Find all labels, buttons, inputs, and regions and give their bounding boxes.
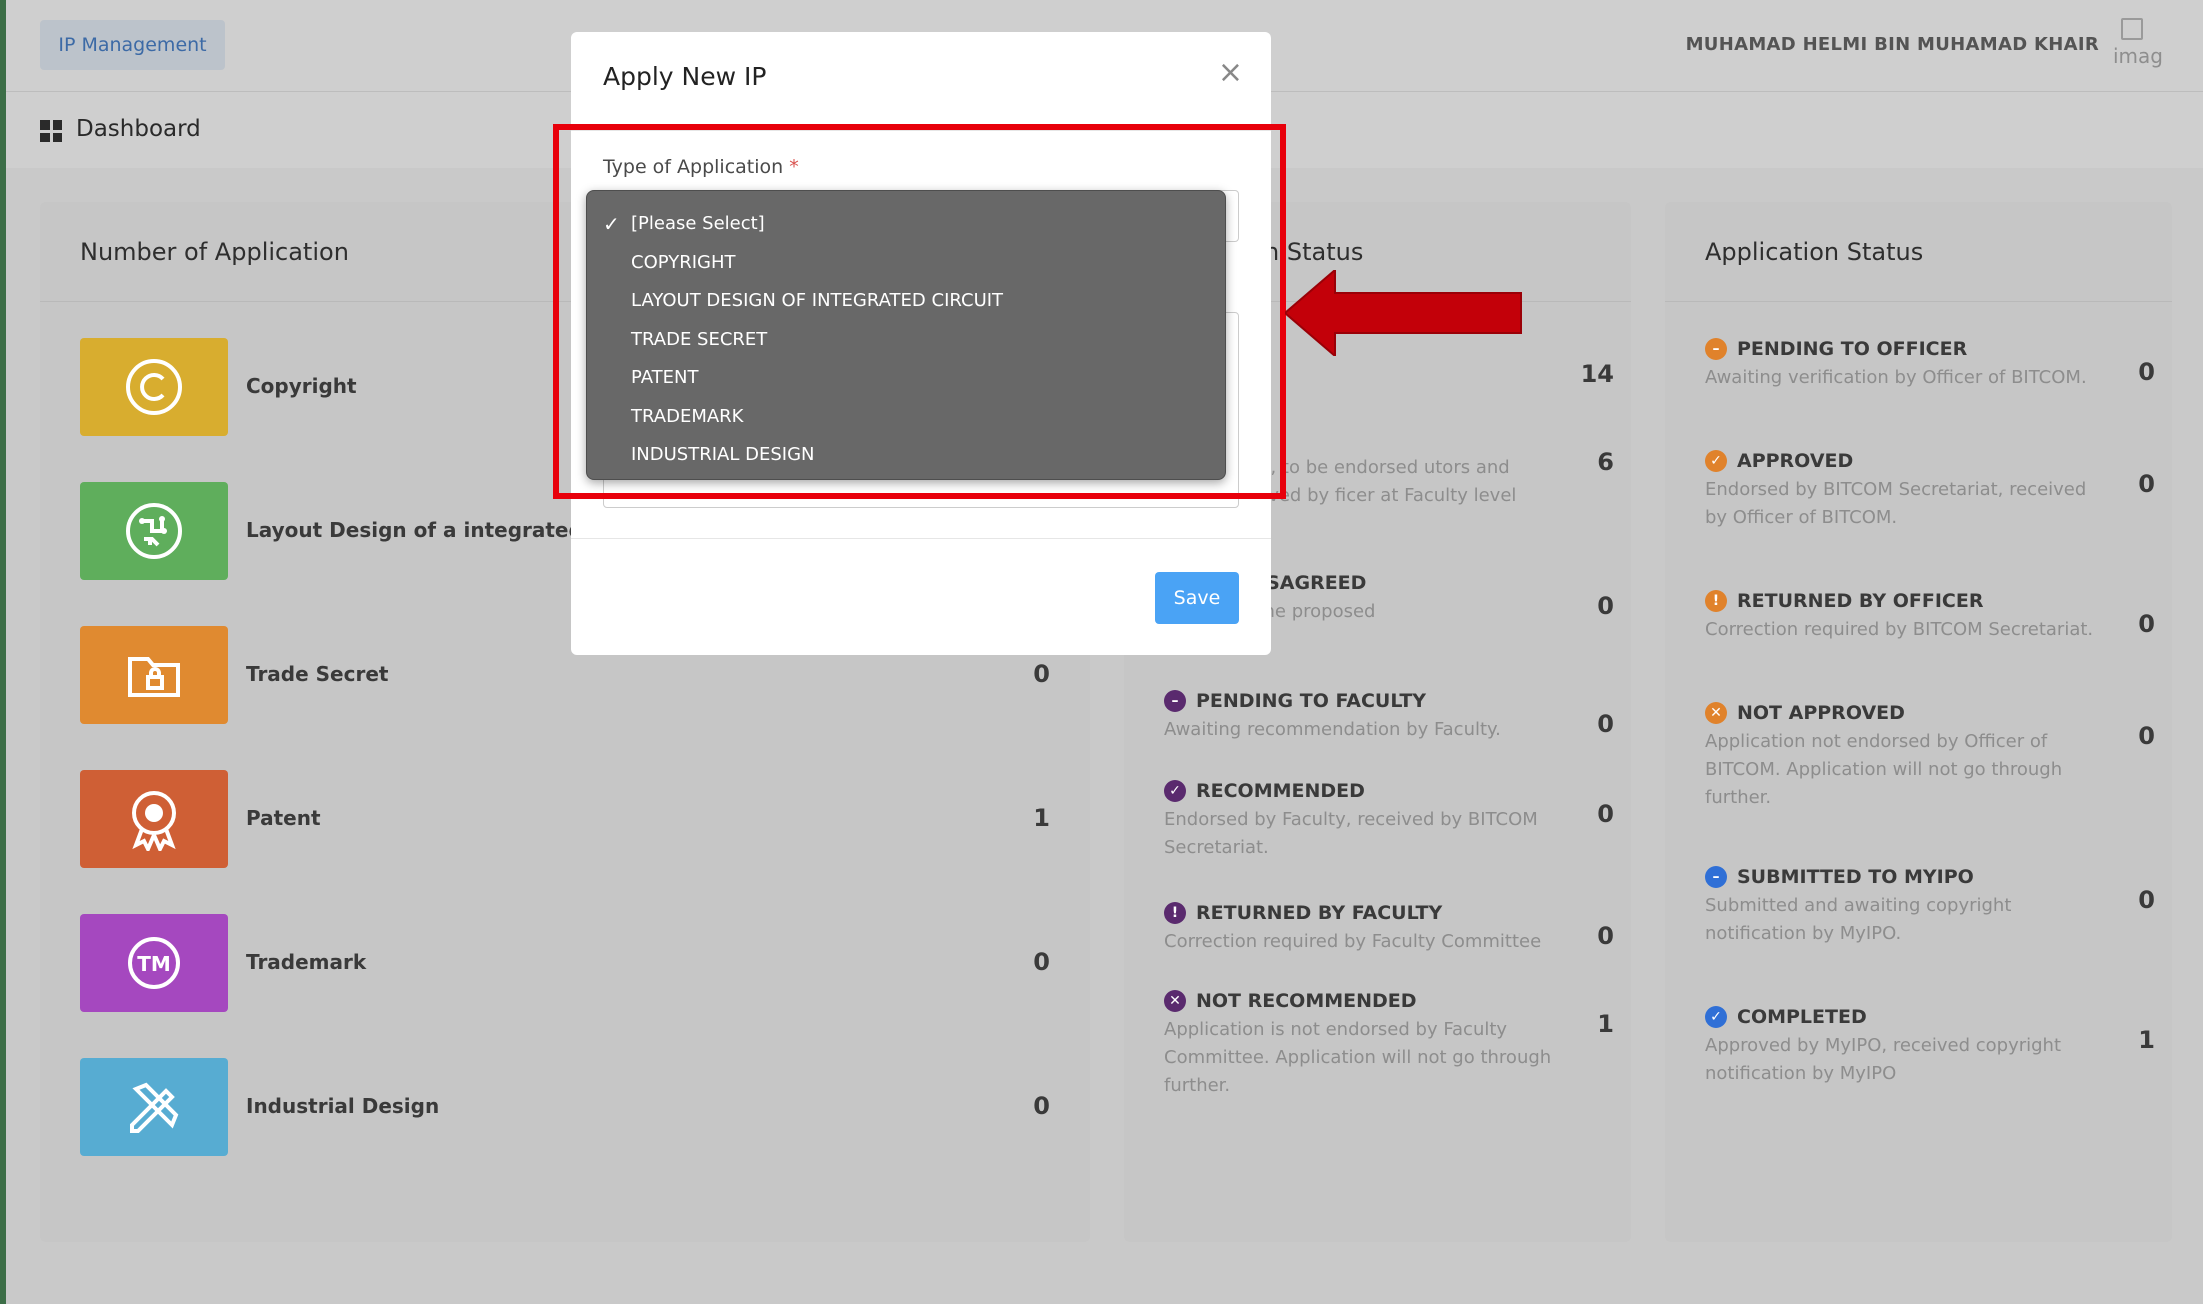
status-title-row: – PENDING TO FACULTY — [1164, 690, 1604, 712]
status-title: RETURNED BY FACULTY — [1196, 902, 1443, 924]
status-item: ✕ NOT RECOMMENDED Application is not endo… — [1164, 990, 1614, 1100]
application-type-row[interactable]: TM Trademark 0 — [80, 914, 1050, 1012]
status-description: Endorsed by BITCOM Secretariat, received… — [1705, 479, 2087, 528]
card-title: Application Status — [1665, 202, 2172, 302]
status-title-row: – SUBMITTED TO MYIPO — [1705, 866, 2145, 888]
status-item: – PENDING TO OFFICER Awaiting verificatio… — [1705, 338, 2155, 392]
divider — [571, 538, 1271, 539]
modal-title: Apply New IP — [603, 62, 767, 91]
status-count: 0 — [1597, 710, 1614, 738]
status-item: – SUBMITTED TO MYIPO Submitted and awaiti… — [1705, 866, 2155, 948]
status-count: 0 — [1597, 592, 1614, 620]
window-edge — [0, 0, 6, 1304]
status-description: Correction required by BITCOM Secretaria… — [1705, 619, 2094, 640]
status-icon: – — [1164, 690, 1186, 712]
status-title: COMPLETED — [1737, 1006, 1867, 1028]
status-title: PENDING TO OFFICER — [1737, 338, 1968, 360]
arrow-left-icon — [1285, 270, 1522, 356]
status-description: Application is not endorsed by Faculty C… — [1164, 1019, 1552, 1096]
application-type-label: Copyright — [246, 374, 357, 398]
application-status-card: Application Status – PENDING TO OFFICER A… — [1665, 202, 2172, 1242]
status-title: SUBMITTED TO MYIPO — [1737, 866, 1974, 888]
status-count: 1 — [2138, 1026, 2155, 1054]
status-item: ! RETURNED BY OFFICER Correction required… — [1705, 590, 2155, 644]
status-title: PENDING TO FACULTY — [1196, 690, 1427, 712]
avatar-alt-text: imag — [2113, 44, 2163, 68]
status-count: 0 — [2138, 722, 2155, 750]
status-title-row: ✓ COMPLETED — [1705, 1006, 2145, 1028]
application-count: 0 — [1033, 948, 1050, 976]
status-title-row: ✓ APPROVED — [1705, 450, 2145, 472]
status-title: RETURNED BY OFFICER — [1737, 590, 1984, 612]
status-count: 0 — [2138, 610, 2155, 638]
circuit-icon — [80, 482, 228, 580]
status-description: Submitted and awaiting copyright notific… — [1705, 895, 2012, 944]
status-item: – PENDING TO FACULTY Awaiting recommendat… — [1164, 690, 1614, 744]
status-count: 6 — [1597, 448, 1614, 476]
status-item: ! RETURNED BY FACULTY Correction required… — [1164, 902, 1614, 956]
status-count: 14 — [1580, 360, 1614, 388]
status-title-row: ✕ NOT RECOMMENDED — [1164, 990, 1604, 1012]
broken-image-icon — [2121, 18, 2143, 40]
status-title-row: ! RETURNED BY FACULTY — [1164, 902, 1604, 924]
status-count: 0 — [1597, 922, 1614, 950]
application-type-row[interactable]: Patent 1 — [80, 770, 1050, 868]
application-type-label: Trademark — [246, 950, 367, 974]
application-type-row[interactable]: Industrial Design 0 — [80, 1058, 1050, 1156]
status-title-row: ✓ RECOMMENDED — [1164, 780, 1604, 802]
status-item: ✕ NOT APPROVED Application not endorsed b… — [1705, 702, 2155, 812]
status-title: NOT RECOMMENDED — [1196, 990, 1417, 1012]
status-description: Application not endorsed by Officer of B… — [1705, 731, 2063, 808]
status-icon: – — [1705, 338, 1727, 360]
status-count: 1 — [1597, 1010, 1614, 1038]
status-title-row: ! RETURNED BY OFFICER — [1705, 590, 2145, 612]
application-type-label: Patent — [246, 806, 321, 830]
application-count: 1 — [1033, 804, 1050, 832]
status-icon: ✓ — [1705, 1006, 1727, 1028]
application-count: 0 — [1033, 1092, 1050, 1120]
status-title-row: – PENDING TO OFFICER — [1705, 338, 2145, 360]
status-icon: ! — [1164, 902, 1186, 924]
status-title: APPROVED — [1737, 450, 1854, 472]
application-type-label: Industrial Design — [246, 1094, 440, 1118]
status-icon: ✓ — [1164, 780, 1186, 802]
status-title-row: ✕ NOT APPROVED — [1705, 702, 2145, 724]
status-count: 0 — [1597, 800, 1614, 828]
page-title: Dashboard — [76, 116, 201, 142]
status-icon: ✕ — [1164, 990, 1186, 1012]
copyright-icon — [80, 338, 228, 436]
avatar[interactable]: imag — [2113, 18, 2173, 70]
save-button[interactable]: Save — [1155, 572, 1239, 624]
status-item: ✓ COMPLETED Approved by MyIPO, received c… — [1705, 1006, 2155, 1088]
status-item: ✓ RECOMMENDED Endorsed by Faculty, receiv… — [1164, 780, 1614, 862]
status-description: Endorsed by Faculty, received by BITCOM … — [1164, 809, 1538, 858]
status-count: 0 — [2138, 470, 2155, 498]
folder-lock-icon — [80, 626, 228, 724]
status-icon: ✕ — [1705, 702, 1727, 724]
close-icon[interactable]: × — [1218, 58, 1243, 88]
status-title: NOT APPROVED — [1737, 702, 1905, 724]
dashboard-icon — [40, 120, 62, 142]
application-count: 0 — [1033, 660, 1050, 688]
status-count: 0 — [2138, 886, 2155, 914]
pencil-ruler-icon — [80, 1058, 228, 1156]
status-icon: ✓ — [1705, 450, 1727, 472]
status-description: Approved by MyIPO, received copyright no… — [1705, 1035, 2062, 1084]
svg-text:TM: TM — [137, 952, 171, 976]
status-icon: – — [1705, 866, 1727, 888]
trademark-icon: TM — [80, 914, 228, 1012]
user-name[interactable]: MUHAMAD HELMI BIN MUHAMAD KHAIR — [1686, 34, 2099, 55]
award-gear-icon — [80, 770, 228, 868]
tab-ip-management[interactable]: IP Management — [40, 20, 225, 70]
application-type-label: Trade Secret — [246, 662, 389, 686]
status-description: Awaiting recommendation by Faculty. — [1164, 719, 1501, 740]
status-icon: ! — [1705, 590, 1727, 612]
status-count: 0 — [2138, 358, 2155, 386]
status-title: RECOMMENDED — [1196, 780, 1365, 802]
status-description: Awaiting verification by Officer of BITC… — [1705, 367, 2087, 388]
status-item: ✓ APPROVED Endorsed by BITCOM Secretariat… — [1705, 450, 2155, 532]
status-description: Correction required by Faculty Committee — [1164, 931, 1542, 952]
highlight-box — [553, 124, 1286, 499]
